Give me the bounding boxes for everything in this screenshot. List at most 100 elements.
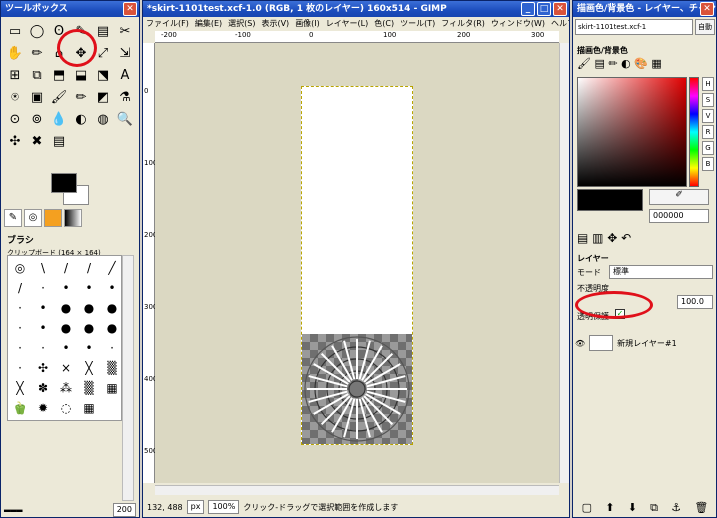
brush-item[interactable]: ◌	[56, 398, 76, 418]
brush-item[interactable]: •	[56, 278, 76, 298]
menu-item-5[interactable]: レイヤー(L)	[323, 19, 371, 28]
brush-item[interactable]: ▦	[102, 378, 122, 398]
menu-item-7[interactable]: ツール(T)	[397, 19, 438, 28]
menu-item-2[interactable]: 選択(S)	[225, 19, 258, 28]
brush-item[interactable]: ·	[10, 318, 30, 338]
brush-item[interactable]: •	[56, 338, 76, 358]
tool-icon-6[interactable]: ✋	[4, 43, 26, 65]
opacity-value[interactable]: 100.0	[677, 295, 713, 309]
lower-layer-icon[interactable]: ⬇	[628, 501, 637, 515]
vertical-scrollbar[interactable]	[559, 43, 569, 483]
brush-item[interactable]: ●	[79, 318, 99, 338]
tool-icon-12[interactable]: ⊞	[4, 65, 26, 87]
tool-icon-1[interactable]: ◯	[26, 21, 48, 43]
tool-icon-2[interactable]: ʘ	[48, 21, 70, 43]
brushes-tab[interactable]: ◎	[24, 209, 42, 227]
anchor-layer-icon[interactable]: ⚓	[671, 501, 681, 515]
tool-icon-11[interactable]: ⇲	[114, 43, 136, 65]
brush-item[interactable]: /	[10, 278, 30, 298]
tool-icon-15[interactable]: ⬓	[70, 65, 92, 87]
menu-item-6[interactable]: 色(C)	[371, 19, 397, 28]
tool-icon-13[interactable]: ⧉	[26, 65, 48, 87]
brush-item[interactable]: ▦	[79, 398, 99, 418]
g-button[interactable]: G	[702, 141, 714, 155]
tool-icon-20[interactable]: 🖌	[48, 87, 70, 109]
maximize-button[interactable]: □	[537, 2, 551, 16]
horizontal-scrollbar[interactable]	[155, 485, 559, 495]
brush-item[interactable]: 🫑	[10, 398, 30, 418]
toolbox-close-button[interactable]: ✕	[123, 2, 137, 16]
brush-item[interactable]: ●	[56, 298, 76, 318]
patterns-tab[interactable]	[44, 209, 62, 227]
spacing-slider[interactable]: ▂▂▂	[4, 503, 22, 515]
tool-icon-29[interactable]: 🔍	[114, 109, 136, 131]
brush-item[interactable]: ⁂	[56, 378, 76, 398]
menu-item-9[interactable]: ウィンドウ(W)	[488, 19, 548, 28]
tool-icon-16[interactable]: ⬔	[92, 65, 114, 87]
s-button[interactable]: S	[702, 93, 714, 107]
tool-icon-18[interactable]: ⍟	[4, 87, 26, 109]
image-selector[interactable]: skirt-1101test.xcf-1	[575, 19, 693, 35]
brush-item[interactable]: /	[56, 258, 76, 278]
tool-icon-0[interactable]: ▭	[4, 21, 26, 43]
menu-item-3[interactable]: 表示(V)	[258, 19, 292, 28]
brush-item[interactable]: •	[79, 278, 99, 298]
duplicate-layer-icon[interactable]: ⧉	[650, 501, 658, 515]
image-canvas[interactable]	[301, 86, 413, 445]
brush-item[interactable]: ▒	[102, 358, 122, 378]
tool-icon-17[interactable]: A	[114, 65, 136, 87]
brush-item[interactable]: •	[79, 338, 99, 358]
tool-icon-4[interactable]: ▤	[92, 21, 114, 43]
brush-item[interactable]: ·	[10, 338, 30, 358]
delete-layer-icon[interactable]: 🗑	[694, 501, 708, 515]
brush-item[interactable]: •	[33, 318, 53, 338]
brush-item[interactable]: ╳	[10, 378, 30, 398]
brush-item[interactable]: ●	[102, 318, 122, 338]
b-button[interactable]: B	[702, 157, 714, 171]
tool-icon-5[interactable]: ✂	[114, 21, 136, 43]
horizontal-ruler[interactable]: -200 -100 0 100 200 300	[155, 31, 559, 43]
brush-item[interactable]: \	[33, 258, 53, 278]
raise-layer-icon[interactable]: ⬆	[605, 501, 614, 515]
mode-select[interactable]: 標準	[609, 265, 713, 279]
tool-icon-3[interactable]: ✎	[70, 21, 92, 43]
gradients-tab[interactable]	[64, 209, 82, 227]
tool-icon-8[interactable]: ⌂	[48, 43, 70, 65]
brush-item[interactable]: ●	[79, 298, 99, 318]
brush-item[interactable]: ▒	[79, 378, 99, 398]
canvas-area[interactable]	[155, 43, 559, 483]
tool-icon-9[interactable]: ✥	[70, 43, 92, 65]
r-button[interactable]: R	[702, 125, 714, 139]
tool-icon-32[interactable]: ▤	[48, 131, 70, 153]
brush-item[interactable]: ·	[33, 278, 53, 298]
color-square[interactable]	[577, 77, 687, 187]
zoom-select[interactable]: 100%	[208, 500, 240, 514]
brush-item[interactable]: ✣	[33, 358, 53, 378]
lock-alpha-checkbox[interactable]: ✓	[615, 309, 625, 319]
brush-item[interactable]: ·	[10, 358, 30, 378]
hue-bar[interactable]	[689, 77, 699, 187]
new-layer-icon[interactable]: ▢	[582, 501, 592, 515]
tool-options-tab[interactable]: ✎	[4, 209, 22, 227]
tool-icon-22[interactable]: ◩	[92, 87, 114, 109]
dock-tabs[interactable]: ▤ ▥ ✥ ↶	[577, 231, 631, 245]
tool-icon-27[interactable]: ◐	[70, 109, 92, 131]
menu-item-1[interactable]: 編集(E)	[192, 19, 225, 28]
tool-icon-26[interactable]: 💧	[48, 109, 70, 131]
brush-item[interactable]: ╱	[102, 258, 122, 278]
tool-icon-7[interactable]: ✏	[26, 43, 48, 65]
tool-icon-19[interactable]: ▣	[26, 87, 48, 109]
dock-close-button[interactable]: ✕	[700, 2, 714, 16]
tool-icon-21[interactable]: ✏	[70, 87, 92, 109]
tool-icon-10[interactable]: ⤢	[92, 43, 114, 65]
minimize-button[interactable]: _	[521, 2, 535, 16]
brush-item[interactable]: /	[79, 258, 99, 278]
brush-item[interactable]: ·	[102, 338, 122, 358]
brush-item[interactable]: ·	[33, 338, 53, 358]
fg-bg-color-selector[interactable]	[51, 173, 91, 205]
spacing-value[interactable]: 200	[112, 503, 136, 517]
menu-item-8[interactable]: フィルタ(R)	[438, 19, 488, 28]
tool-icon-25[interactable]: ⊚	[26, 109, 48, 131]
auto-button[interactable]: 自動	[695, 19, 715, 35]
tool-icon-31[interactable]: ✖	[26, 131, 48, 153]
